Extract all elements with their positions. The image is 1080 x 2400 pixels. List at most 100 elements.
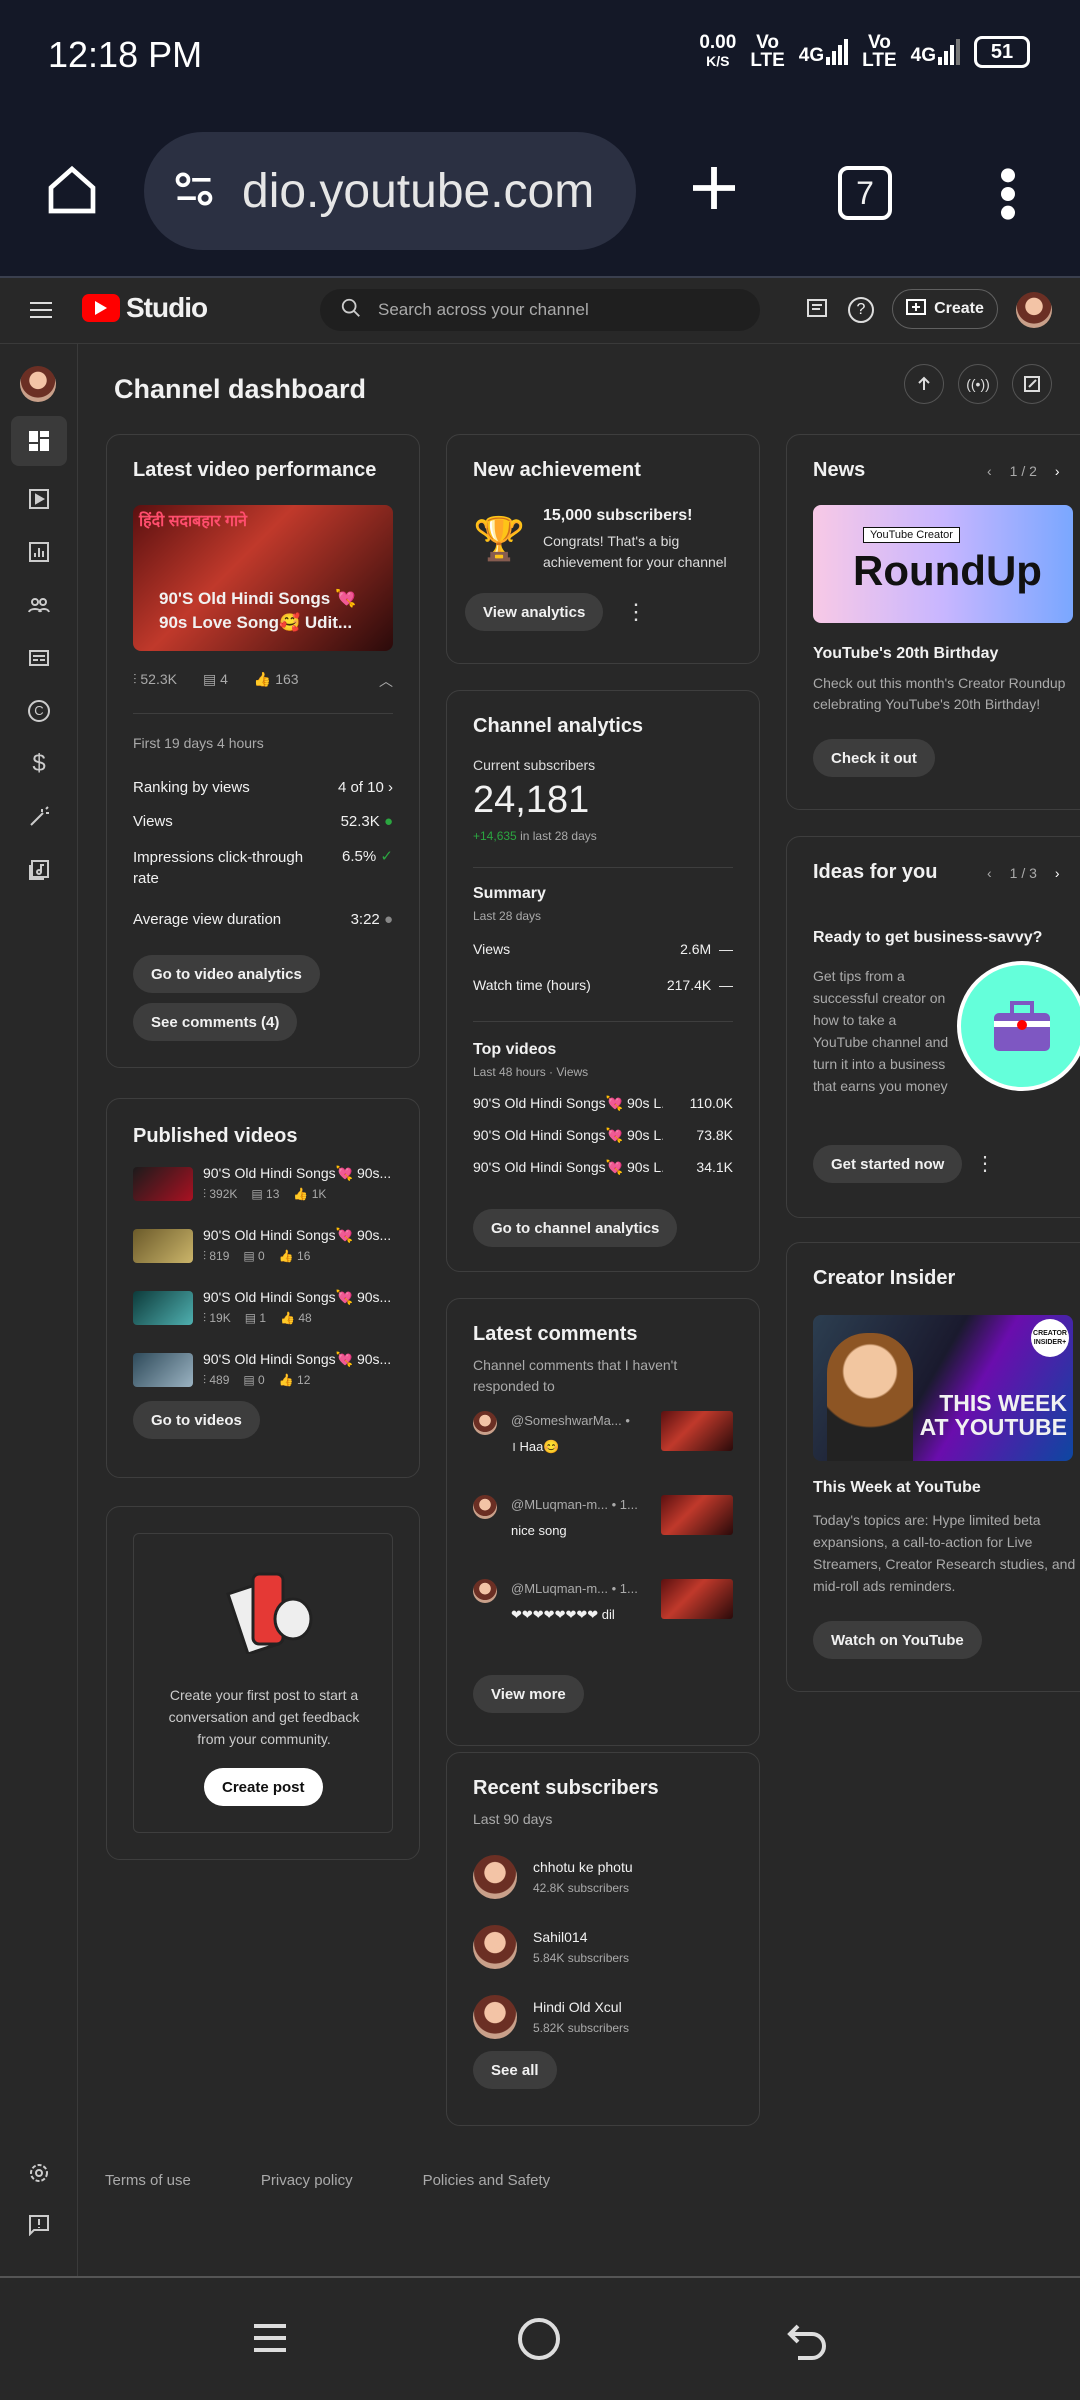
feedback-icon[interactable]	[806, 298, 828, 327]
video-thumbnail[interactable]: हिंदी सदाबहार गाने 90'S Old Hindi Songs …	[133, 505, 393, 651]
check-it-out-button[interactable]: Check it out	[813, 739, 935, 777]
subscriber-item[interactable]: Sahil014 5.84K subscribers	[473, 1925, 735, 1977]
likes-stat: 👍 163	[253, 671, 299, 687]
channel-analytics-card: Channel analytics Current subscribers 24…	[446, 690, 760, 1272]
list-item[interactable]: 90'S Old Hindi Songs💘 90s... ⫶ 392K ▤ 13 👍 …	[133, 1165, 395, 1213]
comment-text: nice song	[511, 1523, 567, 1538]
earn-icon[interactable]: $	[20, 745, 58, 783]
go-to-channel-analytics-button[interactable]: Go to channel analytics	[473, 1209, 678, 1247]
copyright-icon[interactable]: C	[20, 692, 58, 730]
list-item[interactable]: 90'S Old Hindi Songs💘 90s... ⫶ 819 ▤ 0 👍 16	[133, 1227, 395, 1275]
next-icon[interactable]: ›	[1055, 463, 1060, 479]
go-live-icon[interactable]: ((•))	[958, 364, 998, 404]
get-started-now-button[interactable]: Get started now	[813, 1145, 963, 1183]
create-post-button[interactable]: Create post	[204, 1768, 323, 1806]
list-item[interactable]: 90'S Old Hindi Songs💘 90s... ⫶ 489 ▤ 0 👍 12	[133, 1351, 395, 1399]
subtitles-icon[interactable]	[20, 639, 58, 677]
comment-item[interactable]: @MLuqman-m... • 1... nice song	[473, 1495, 735, 1569]
dashboard-icon[interactable]	[11, 416, 67, 466]
see-comments-button[interactable]: See comments (4)	[133, 1003, 298, 1041]
video-title: 90'S Old Hindi Songs 💘 90s Love Song🥰 Ud…	[159, 589, 357, 632]
commenter-avatar	[473, 1411, 497, 1435]
back-icon[interactable]	[786, 2318, 830, 2367]
hamburger-icon[interactable]	[30, 300, 52, 325]
top-video-row[interactable]: 90'S Old Hindi Songs💘 90s L... 34.1K	[473, 1159, 733, 1176]
content-icon[interactable]	[20, 480, 58, 518]
views-stat: ⫶ 819	[203, 1249, 230, 1263]
view-more-button[interactable]: View more	[473, 1675, 584, 1713]
studio-logo[interactable]: Studio	[82, 292, 208, 324]
news-image[interactable]: YouTube Creator RoundUp	[813, 505, 1073, 623]
url-text[interactable]: dio.youtube.com	[242, 164, 622, 219]
page-title: Channel dashboard	[114, 374, 367, 404]
comment-item[interactable]: @MLuqman-m... • 1... ❤❤❤❤❤❤❤❤ dil	[473, 1579, 735, 1653]
card-title: Channel analytics	[473, 715, 644, 737]
insider-headline: This Week at YouTube	[813, 1479, 981, 1496]
search-box[interactable]: Search across your channel	[320, 289, 760, 331]
help-icon[interactable]: ?	[848, 297, 874, 323]
tab-switcher-button[interactable]: 7	[838, 166, 892, 220]
watch-on-youtube-button[interactable]: Watch on YouTube	[813, 1621, 982, 1659]
home-nav-icon[interactable]	[518, 2318, 560, 2360]
account-avatar[interactable]	[1016, 292, 1052, 328]
more-options-icon[interactable]: ⋮	[975, 1151, 995, 1176]
comment-video-thumbnail	[661, 1495, 733, 1535]
comment-item[interactable]: @SomeshwarMa... • । Haa😊	[473, 1411, 735, 1485]
home-icon[interactable]	[44, 162, 100, 223]
ranking-row[interactable]: Ranking by views 4 of 10 ›	[133, 779, 393, 796]
analytics-icon[interactable]	[20, 533, 58, 571]
next-icon[interactable]: ›	[1055, 865, 1060, 881]
list-item[interactable]: 90'S Old Hindi Songs💘 90s... ⫶ 19K ▤ 1 👍 48	[133, 1289, 395, 1337]
news-badge: YouTube Creator	[863, 527, 960, 543]
top-video-row[interactable]: 90'S Old Hindi Songs💘 90s L... 73.8K	[473, 1127, 733, 1144]
new-tab-icon[interactable]	[686, 160, 742, 221]
collapse-icon[interactable]: ︿	[379, 671, 393, 691]
community-icon[interactable]	[20, 586, 58, 624]
insider-image-text: THIS WEEK AT YOUTUBE	[919, 1390, 1067, 1440]
card-title: New achievement	[473, 459, 641, 481]
create-post-icon[interactable]	[1012, 364, 1052, 404]
create-video-icon	[906, 298, 927, 320]
ideas-card: Ideas for you ‹ 1 / 3 › Ready to get busin…	[786, 836, 1080, 1218]
prev-icon[interactable]: ‹	[987, 865, 992, 881]
settings-icon[interactable]	[20, 2154, 58, 2192]
summary-period: Last 28 days	[473, 909, 542, 923]
upload-icon[interactable]	[904, 364, 944, 404]
customization-icon[interactable]	[20, 798, 58, 836]
video-stats: ⫶ 819 ▤ 0 👍 16	[203, 1249, 310, 1264]
studio-app: Studio Search across your channel ? Crea…	[0, 278, 1080, 2276]
insider-badge: CREATOR INSIDER+	[1031, 1319, 1069, 1357]
card-title: News	[813, 459, 866, 481]
channel-avatar[interactable]	[20, 366, 56, 402]
card-title: Ideas for you	[813, 861, 938, 883]
recent-subscribers-card: Recent subscribers Last 90 days See all …	[446, 1752, 760, 2126]
top-video-row[interactable]: 90'S Old Hindi Songs💘 90s L... 110.0K	[473, 1095, 733, 1112]
privacy-link[interactable]: Privacy policy	[261, 2172, 353, 2189]
subscriber-count: 5.84K subscribers	[533, 1951, 630, 1965]
commenter-avatar	[473, 1579, 497, 1603]
create-post-card: Create your first post to start a conver…	[106, 1506, 420, 1860]
check-icon: ✓	[380, 848, 393, 865]
send-feedback-icon[interactable]	[20, 2206, 58, 2244]
terms-link[interactable]: Terms of use	[105, 2172, 191, 2189]
video-title: 90'S Old Hindi Songs💘 90s...	[203, 1227, 392, 1243]
subscriber-item[interactable]: chhotu ke photu 42.8K subscribers	[473, 1855, 735, 1907]
recents-icon[interactable]	[250, 2318, 290, 2363]
more-options-icon[interactable]: ⋮	[625, 599, 647, 625]
browser-menu-icon[interactable]	[996, 166, 1020, 227]
video-stats: ⫶ 489 ▤ 0 👍 12	[203, 1373, 310, 1388]
create-button[interactable]: Create	[892, 289, 998, 329]
insider-thumbnail[interactable]: CREATOR INSIDER+ THIS WEEK AT YOUTUBE	[813, 1315, 1073, 1461]
url-bar[interactable]: dio.youtube.com	[144, 132, 636, 250]
view-analytics-button[interactable]: View analytics	[465, 593, 604, 631]
see-all-button[interactable]: See all	[473, 2051, 557, 2089]
policies-link[interactable]: Policies and Safety	[423, 2172, 551, 2189]
prev-icon[interactable]: ‹	[987, 463, 992, 479]
go-to-video-analytics-button[interactable]: Go to video analytics	[133, 955, 320, 993]
audio-library-icon[interactable]	[20, 851, 58, 889]
subscriber-item[interactable]: Hindi Old Xcul 5.82K subscribers	[473, 1995, 735, 2047]
site-settings-icon[interactable]	[172, 167, 216, 216]
published-videos-card: Published videos Go to videos 90'S Old H…	[106, 1098, 420, 1478]
go-to-videos-button[interactable]: Go to videos	[133, 1401, 260, 1439]
news-pager: ‹ 1 / 2 ›	[987, 463, 1060, 479]
